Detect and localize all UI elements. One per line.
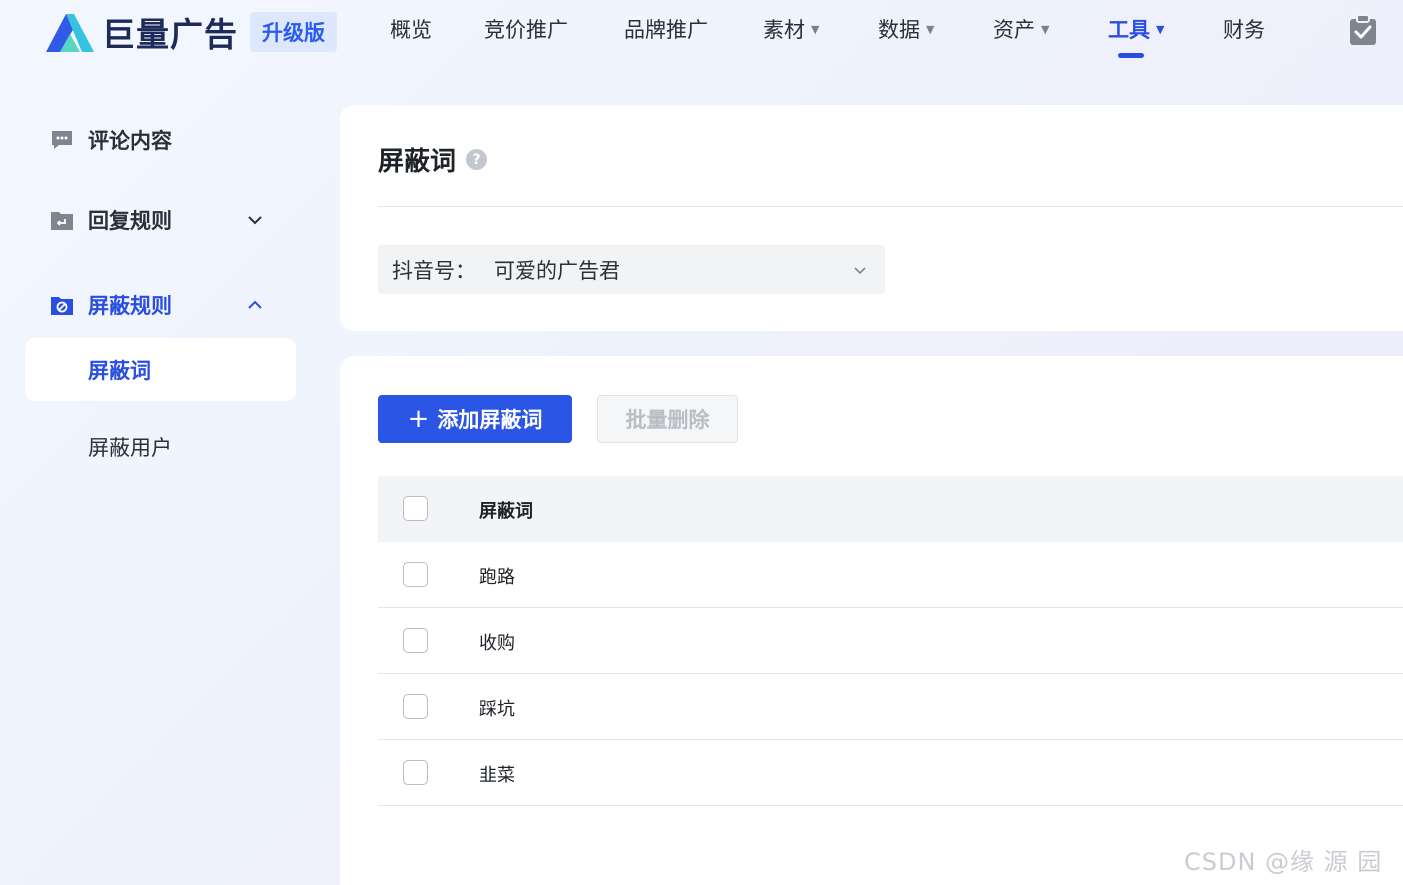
sidebar-item-label: 评论内容: [88, 129, 172, 153]
add-button-label: 添加屏蔽词: [437, 408, 543, 432]
sidebar-subitem-label: 屏蔽词: [88, 358, 151, 383]
comment-icon: [52, 131, 72, 149]
sidebar-item-block-rules[interactable]: 屏蔽规则: [50, 290, 270, 320]
sidebar-item-label: 屏蔽规则: [88, 294, 172, 318]
column-header-blocked-word: 屏蔽词: [479, 501, 533, 522]
row-checkbox[interactable]: [403, 562, 428, 587]
nav-label: 工具: [1108, 18, 1150, 42]
account-select-value: 可爱的广告君: [494, 258, 620, 283]
batch-delete-button[interactable]: 批量删除: [597, 395, 738, 443]
sidebar-item-reply-rules[interactable]: 回复规则: [50, 205, 270, 235]
blocked-words-table: 屏蔽词 跑路 收购 踩坑 韭菜: [378, 476, 1403, 806]
nav-label: 素材: [763, 18, 805, 42]
nav-label: 资产: [993, 18, 1035, 42]
filter-card: 屏蔽词 ? 抖音号： 可爱的广告君: [340, 105, 1403, 331]
sidebar-item-comment-content[interactable]: 评论内容: [50, 125, 270, 155]
active-nav-indicator: [1118, 53, 1144, 58]
sidebar-subitem-label: 屏蔽用户: [88, 435, 172, 460]
table-row: 韭菜: [378, 740, 1403, 806]
sidebar-subitem-blocked-words[interactable]: 屏蔽词: [25, 338, 296, 401]
page-title-row: 屏蔽词 ?: [378, 141, 488, 178]
nav-label: 财务: [1223, 18, 1265, 42]
page-title: 屏蔽词: [378, 147, 457, 177]
chevron-down-icon: [854, 267, 866, 275]
table-header: 屏蔽词: [378, 476, 1403, 542]
batch-delete-label: 批量删除: [625, 408, 710, 432]
caret-down-icon: ▼: [1041, 22, 1050, 36]
brand-logo[interactable]: 巨量广告 升级版: [44, 8, 337, 56]
block-folder-icon: [51, 297, 73, 315]
divider: [378, 206, 1403, 207]
brand-name: 巨量广告: [102, 15, 238, 54]
caret-down-icon: ▼: [811, 22, 820, 36]
nav-assets[interactable]: 资产 ▼: [993, 14, 1049, 44]
reply-icon: [51, 212, 73, 230]
chevron-down-icon[interactable]: [246, 211, 264, 229]
add-blocked-word-button[interactable]: + 添加屏蔽词: [378, 395, 572, 443]
nav-bidding-promotion[interactable]: 竞价推广: [484, 14, 568, 44]
table-row: 收购: [378, 608, 1403, 674]
caret-down-icon: ▼: [1156, 22, 1165, 36]
help-icon[interactable]: ?: [466, 149, 488, 170]
sidebar-item-label: 回复规则: [88, 209, 172, 233]
blocked-word-cell: 跑路: [479, 567, 515, 588]
nav-overview[interactable]: 概览: [390, 14, 432, 44]
caret-down-icon: ▼: [926, 22, 935, 36]
nav-label: 概览: [390, 18, 432, 42]
nav-brand-promotion[interactable]: 品牌推广: [624, 14, 708, 44]
blocked-word-cell: 踩坑: [479, 699, 515, 720]
chevron-up-icon[interactable]: [246, 296, 264, 314]
blocked-word-cell: 韭菜: [479, 765, 515, 786]
version-badge[interactable]: 升级版: [250, 12, 337, 52]
nav-label: 竞价推广: [484, 18, 568, 42]
plus-icon: +: [407, 404, 430, 434]
account-select[interactable]: 抖音号： 可爱的广告君: [378, 245, 885, 294]
nav-data[interactable]: 数据 ▼: [878, 14, 934, 44]
row-checkbox[interactable]: [403, 628, 428, 653]
top-navigation-bar: 巨量广告 升级版 概览 竞价推广 品牌推广 素材 ▼ 数据 ▼ 资产 ▼ 工具 …: [0, 0, 1403, 64]
brand-logo-icon: [46, 14, 94, 52]
nav-label: 数据: [878, 18, 920, 42]
table-row: 跑路: [378, 542, 1403, 608]
table-row: 踩坑: [378, 674, 1403, 740]
nav-tools[interactable]: 工具 ▼: [1108, 14, 1164, 44]
nav-finance[interactable]: 财务: [1223, 14, 1265, 44]
nav-label: 品牌推广: [624, 18, 708, 42]
row-checkbox[interactable]: [403, 694, 428, 719]
nav-materials[interactable]: 素材 ▼: [763, 14, 819, 44]
watermark: CSDN @缘 源 园: [1184, 848, 1383, 876]
blocked-word-cell: 收购: [479, 633, 515, 654]
row-checkbox[interactable]: [403, 760, 428, 785]
sidebar-subitem-blocked-users[interactable]: 屏蔽用户: [25, 415, 296, 478]
account-select-prefix: 抖音号：: [392, 258, 476, 283]
select-all-checkbox[interactable]: [403, 496, 428, 521]
clipboard-check-icon[interactable]: [1348, 14, 1378, 46]
blocked-words-card: + 添加屏蔽词 批量删除 屏蔽词 跑路 收购 踩坑 韭菜: [340, 356, 1403, 885]
